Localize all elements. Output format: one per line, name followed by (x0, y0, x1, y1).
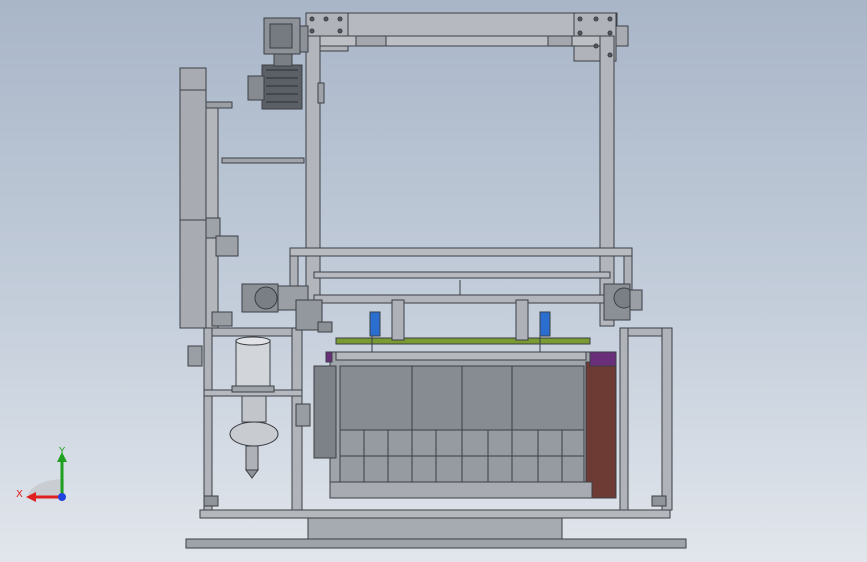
y-axis-label: Y (58, 446, 66, 457)
z-axis-dot (58, 493, 66, 501)
tank (313, 299, 617, 499)
gear-motor (247, 17, 309, 110)
drive-unit (295, 299, 333, 333)
gantry-frame (305, 12, 629, 327)
cad-viewport[interactable]: Y X (0, 0, 867, 562)
axis-triad: Y X (16, 446, 67, 502)
base-plate (185, 509, 687, 549)
x-axis-label: X (16, 489, 23, 500)
machine-drawing: Y X (16, 12, 687, 549)
